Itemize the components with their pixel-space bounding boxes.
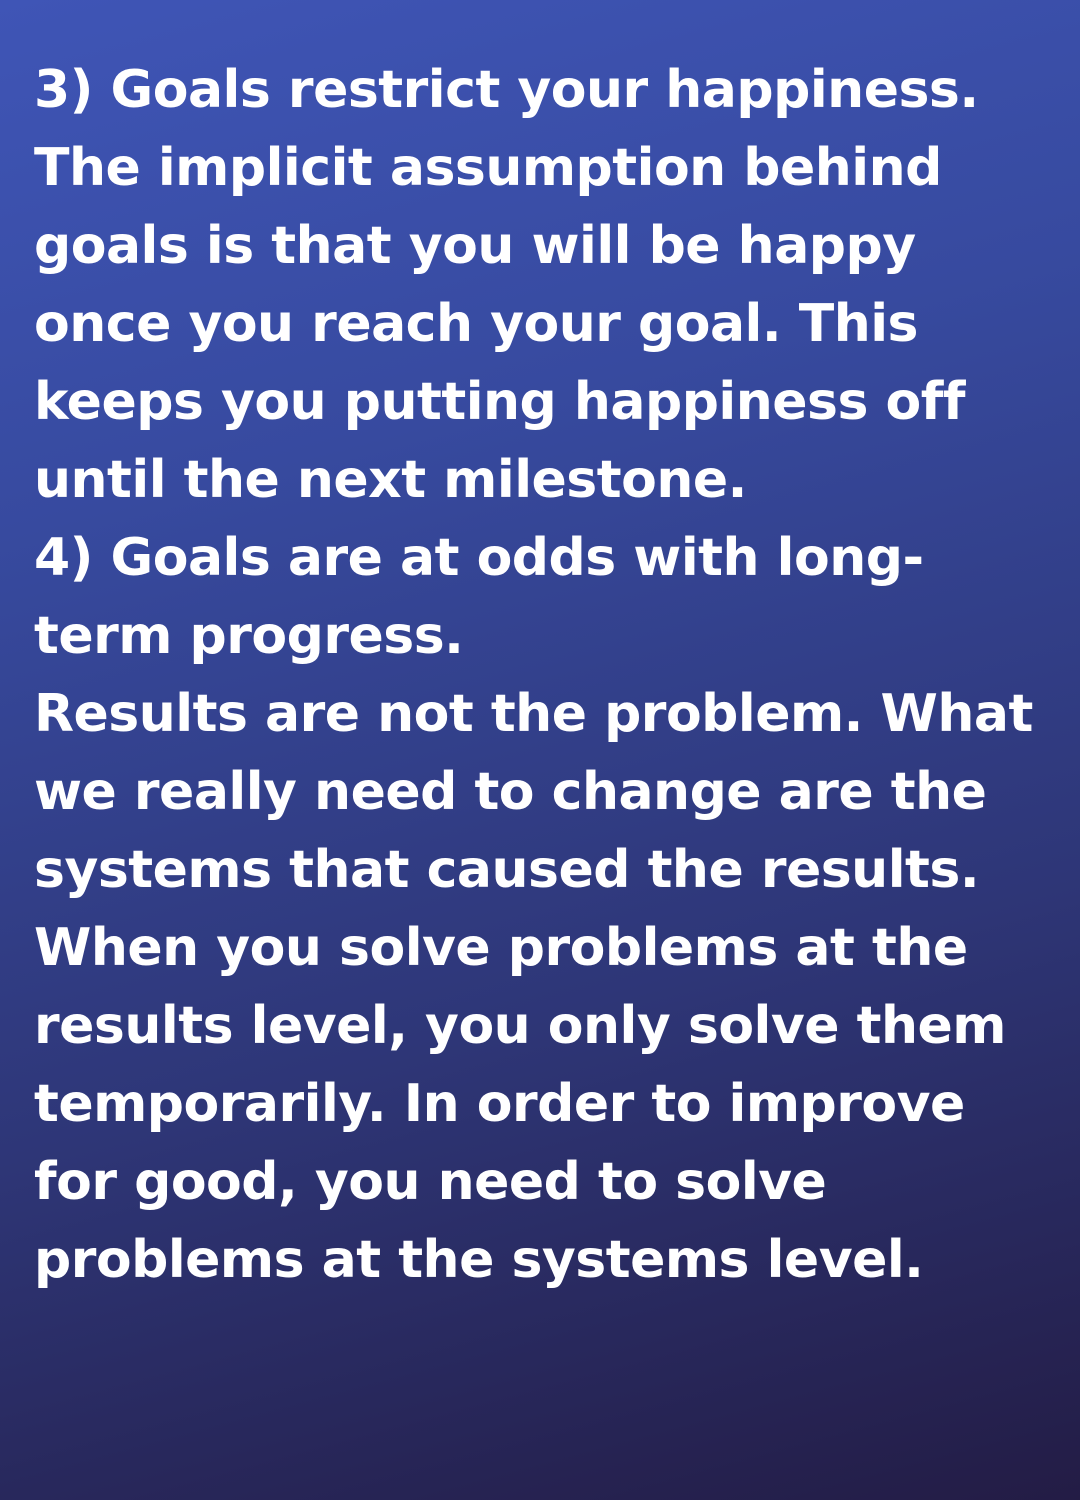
text-line: Results are not the problem. What	[34, 684, 1033, 744]
text-line: problems at the systems level.	[34, 1230, 924, 1290]
text-line: we really need to change are the	[34, 762, 987, 822]
text-line: keeps you putting happiness off	[34, 372, 966, 432]
text-line: The implicit assumption behind	[34, 138, 942, 198]
text-line: 4) Goals are at odds with long-	[34, 528, 924, 588]
quote-card: 3) Goals restrict your happiness. The im…	[0, 0, 1080, 1500]
text-line: When you solve problems at the	[34, 918, 968, 978]
body-text: 3) Goals restrict your happiness. The im…	[34, 51, 1064, 1299]
text-line: systems that caused the results.	[34, 840, 980, 900]
text-line: results level, you only solve them	[34, 996, 1006, 1056]
text-line: 3) Goals restrict your happiness.	[34, 60, 979, 120]
text-line: temporarily. In order to improve	[34, 1074, 965, 1134]
text-line: once you reach your goal. This	[34, 294, 919, 354]
text-line: until the next milestone.	[34, 450, 747, 510]
text-line: term progress.	[34, 606, 464, 666]
text-line: goals is that you will be happy	[34, 216, 916, 276]
text-line: for good, you need to solve	[34, 1152, 827, 1212]
